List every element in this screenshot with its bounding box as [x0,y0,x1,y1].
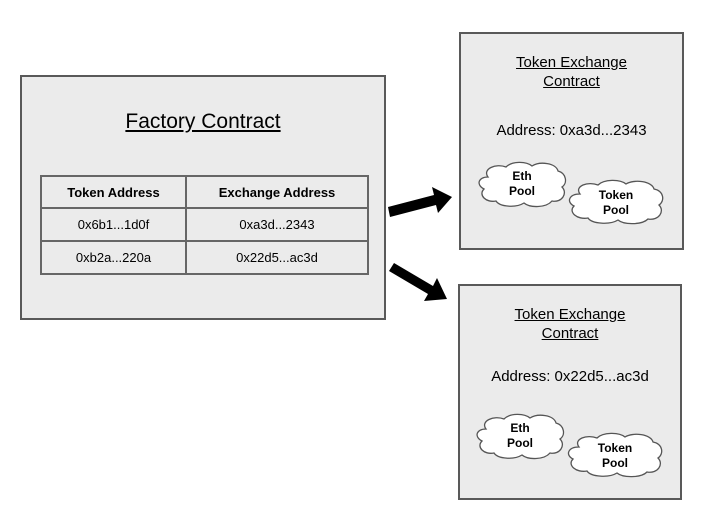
exchange-title-line2: Contract [543,73,600,90]
token-pool-cloud: Token Pool [565,432,665,478]
eth-pool-cloud: Eth Pool [476,161,568,208]
pool-label-line1: Eth [510,421,530,435]
token-pool-cloud: Token Pool [566,179,666,225]
token-exchange-contract-box: Token Exchange Contract Address: 0xa3d..… [459,32,684,250]
pool-label-line1: Eth [512,169,532,183]
exchange-contract-title: Token Exchange Contract [461,53,682,91]
arrow-to-exchange-2 [389,263,447,301]
arrow-to-exchange-1 [388,187,452,217]
token-exchange-contract-box: Token Exchange Contract Address: 0x22d5.… [458,284,682,500]
pool-label-line1: Token [597,441,633,455]
exchange-title-line1: Token Exchange [516,54,627,71]
pool-label-line2: Pool [509,184,535,198]
exchange-contract-title: Token Exchange Contract [460,305,680,343]
eth-pool-cloud: Eth Pool [474,413,566,460]
pool-label-line2: Pool [507,436,533,450]
exchange-title-line2: Contract [541,325,599,342]
exchange-address: Address: 0xa3d...2343 [496,122,647,139]
pool-label-line2: Pool [602,456,628,470]
pool-label-line1: Token [598,188,634,202]
pool-label-line2: Pool [603,203,629,217]
exchange-title-line1: Token Exchange [514,306,626,323]
exchange-address: Address: 0x22d5...ac3d [491,368,649,385]
